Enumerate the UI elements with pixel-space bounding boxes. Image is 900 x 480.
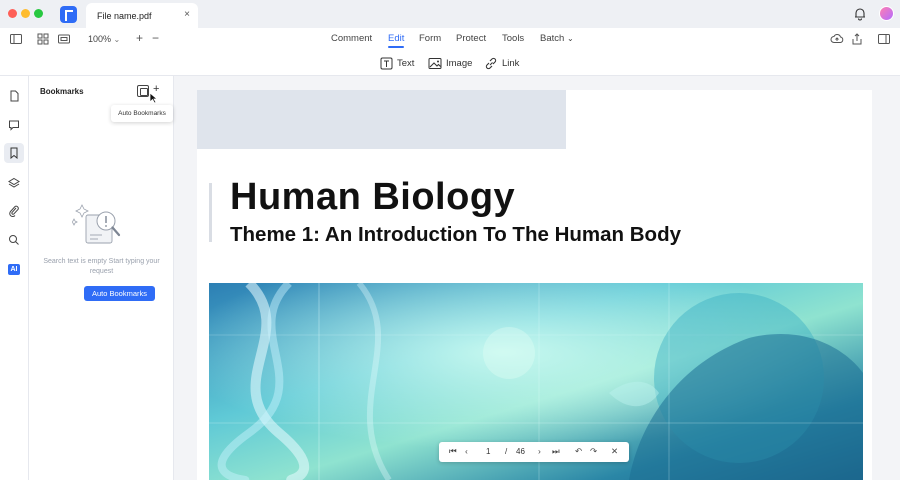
ai-assistant-icon[interactable]: AI [8,264,20,275]
title-accent-bar [209,183,212,242]
zoom-value: 100% [88,34,112,44]
zoom-in-button[interactable]: + [136,31,143,45]
header-block [197,90,566,149]
first-page-icon[interactable]: ⏮ [449,446,457,457]
current-page[interactable]: 1 [486,447,490,456]
auto-bookmarks-icon[interactable] [137,85,149,97]
page-navigator: ⏮ ‹ 1 / 46 › ⏭ ↶ ↷ ✕ [439,442,629,462]
bell-icon[interactable] [853,7,867,21]
thumbnail-icon[interactable] [57,32,71,46]
maximize-window-button[interactable] [34,9,43,18]
bookmark-icon[interactable] [8,147,20,159]
close-window-button[interactable] [8,9,17,18]
undo-icon[interactable]: ↶ [575,446,582,457]
share-icon[interactable] [850,32,864,46]
mouse-pointer-icon [149,92,158,104]
empty-state-text: Search text is empty Start typing your r… [43,258,160,275]
app-logo [60,6,77,23]
empty-search-illustration [72,204,121,244]
toolbar: 100% ⌄ + − Comment Edit Form Protect Too… [0,28,900,76]
menu-form[interactable]: Form [419,33,441,44]
minimize-window-button[interactable] [21,9,30,18]
menu-protect[interactable]: Protect [456,33,486,44]
menu-comment[interactable]: Comment [331,33,372,44]
auto-bookmarks-button[interactable]: Auto Bookmarks [84,286,155,301]
link-tool-label: Link [502,58,520,69]
previous-page-icon[interactable]: ‹ [465,446,468,456]
close-icon[interactable]: ✕ [611,446,618,457]
attachment-icon[interactable] [8,205,20,217]
left-rail: AI [0,76,29,480]
title-bar: File name.pdf × [0,0,900,28]
close-tab-icon[interactable]: × [184,9,190,20]
bookmarks-panel: Bookmarks + Auto Bookmarks Search text i… [29,76,174,480]
panel-title: Bookmarks [40,87,84,96]
sidebar-toggle-icon[interactable] [9,32,23,46]
zoom-out-button[interactable]: − [152,31,159,45]
page-separator: / [505,447,508,456]
link-icon [485,57,497,70]
menu-edit[interactable]: Edit [388,33,404,44]
document-tab[interactable]: File name.pdf × [86,3,198,28]
upload-icon[interactable] [830,32,844,46]
edit-link-tool[interactable]: Link [484,57,519,70]
image-tool-label: Image [446,58,473,69]
zoom-level[interactable]: 100% ⌄ [88,34,120,44]
file-icon[interactable] [8,90,20,102]
document-page: Human Biology Theme 1: An Introduction T… [197,90,872,480]
panel-icon[interactable] [877,32,891,46]
grid-icon[interactable] [36,32,50,46]
comment-icon[interactable] [8,119,20,131]
menu-batch[interactable]: Batch ⌄ [540,33,574,44]
total-pages: 46 [516,447,525,456]
search-icon[interactable] [8,234,20,246]
image-tool-icon [428,58,442,69]
text-tool-label: Text [397,58,415,69]
document-title[interactable]: Human Biology [230,176,515,219]
active-menu-indicator [388,46,404,48]
tab-title: File name.pdf [97,11,152,21]
menu-tools[interactable]: Tools [502,33,524,44]
next-page-icon[interactable]: › [538,446,541,456]
layers-icon[interactable] [8,177,20,189]
tooltip: Auto Bookmarks [111,105,173,122]
edit-text-tool[interactable]: Text [380,57,414,70]
edit-image-tool[interactable]: Image [428,57,472,70]
avatar[interactable] [879,6,894,21]
redo-icon[interactable]: ↷ [590,446,597,457]
text-tool-icon [380,57,393,70]
last-page-icon[interactable]: ⏭ [552,446,560,457]
chevron-down-icon: ⌄ [566,34,574,43]
menu-batch-label: Batch [540,33,565,44]
document-subtitle[interactable]: Theme 1: An Introduction To The Human Bo… [230,223,681,247]
